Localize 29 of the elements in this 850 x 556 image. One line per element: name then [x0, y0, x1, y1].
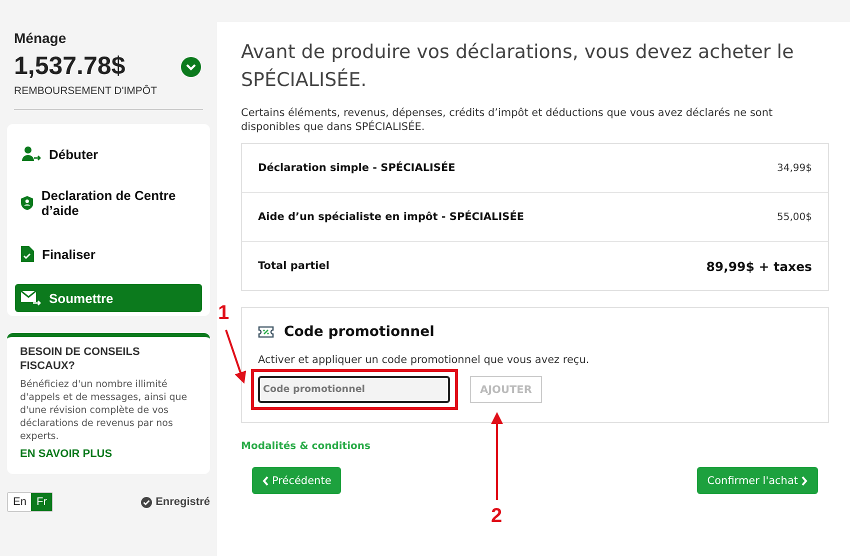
page-heading: Avant de produire vos déclarations, vous devez acheter le SPÉCIALISÉE.	[241, 40, 795, 93]
promo-title: Code promotionnel	[284, 324, 434, 340]
promo-code-field[interactable]: Code promotionnel	[258, 376, 450, 403]
household-label: Ménage	[14, 30, 68, 46]
nav-item[interactable]: Declaration de Centre d’aide	[15, 176, 202, 230]
nav-item[interactable]: Soumettre	[15, 284, 202, 312]
item-label: Aide d’un spécialiste en impôt - SPÉCIALISÉE	[258, 211, 524, 223]
advice-title: BESOIN DE CONSEILS FISCAUX?	[20, 345, 141, 373]
confirm-button[interactable]: Confirmer l'achat	[697, 467, 818, 494]
item-price: 34,99$	[777, 162, 812, 174]
advice-text: Bénéficiez d'un nombre illimité d'appels et de messages, ainsi que d'une révision complète de vos déclarations de revenus par nos experts.	[20, 378, 188, 443]
language-option[interactable]: En	[8, 493, 32, 511]
item-label: Total partiel	[258, 260, 330, 272]
saved-status: Enregistré	[156, 496, 210, 508]
nav-item[interactable]: Finaliser	[15, 230, 202, 278]
item-price: 89,99$ + taxes	[706, 258, 812, 274]
nav-item[interactable]: Débuter	[15, 132, 202, 176]
refund-amount: 1,537.78$	[14, 52, 126, 81]
item-label: Déclaration simple - SPÉCIALISÉE	[258, 162, 456, 174]
annotation-number: 1	[218, 303, 230, 323]
terms-link[interactable]: Modalités & conditions	[241, 441, 370, 452]
annotation-number: 2	[491, 506, 502, 526]
promo-description: Activer et appliquer un code promotionnel que vous avez reçu.	[258, 354, 590, 366]
refund-caption: REMBOURSEMENT D'IMPÔT	[14, 85, 157, 97]
learn-more-link[interactable]: EN SAVOIR PLUS	[20, 448, 112, 460]
item-price: 55,00$	[777, 212, 812, 222]
intro-text: Certains éléments, revenus, dépenses, crédits d’impôt et déductions que vous avez déclarés ne sont disponibles que dans SPÉCIALISÉE.	[241, 106, 774, 134]
language-option[interactable]: Fr	[31, 493, 52, 511]
previous-button[interactable]: Précédente	[252, 467, 342, 494]
